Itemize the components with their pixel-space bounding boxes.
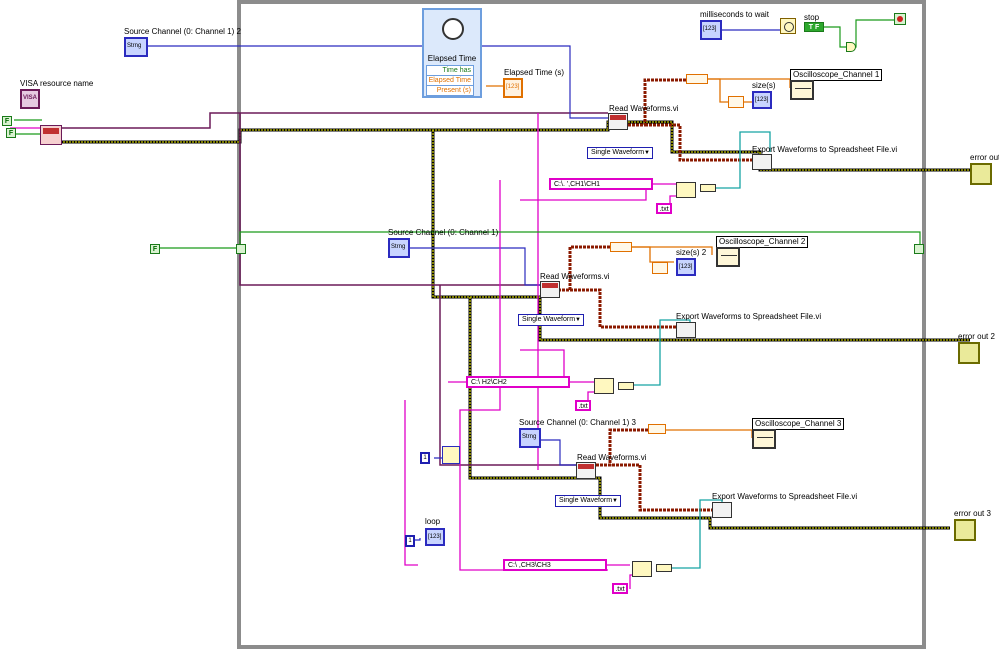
read-icon-3 xyxy=(578,464,594,469)
elapsed-time-express-vi[interactable]: Elapsed Time Time has Elapse Elapsed Tim… xyxy=(422,8,482,98)
enum-arrow-icon: ▼ xyxy=(644,150,650,156)
export-3-label: Export Waveforms to Spreadsheet File.vi xyxy=(712,492,858,501)
path-constant-2[interactable]: C:\ H2\CH2 xyxy=(466,376,570,388)
osc-1-graph xyxy=(790,80,814,100)
waveform-mode-1[interactable]: Single Waveform ▼ xyxy=(587,147,653,159)
export-1-label: Export Waveforms to Spreadsheet File.vi xyxy=(752,145,898,154)
elapsed-time-s-indicator: [123] xyxy=(503,78,523,98)
clock-icon xyxy=(784,22,794,32)
read-icon-2 xyxy=(542,283,558,288)
read-waveforms-1-vi[interactable] xyxy=(608,113,628,130)
stopwatch-icon xyxy=(442,18,464,40)
waveform-mode-2-text: Single Waveform xyxy=(522,316,576,323)
loop-indicator: [123] xyxy=(425,528,445,546)
dbl-tag-elapsed: [123] xyxy=(506,84,520,90)
array-size-2 xyxy=(652,262,668,274)
or-function xyxy=(846,42,856,52)
source-channel-3-label: Source Channel (0: Channel 1) 3 xyxy=(519,418,636,427)
export-2-label: Export Waveforms to Spreadsheet File.vi xyxy=(676,312,822,321)
to-dbl-1 xyxy=(686,74,708,84)
size-s-indicator: [123] xyxy=(752,91,772,109)
visa-tag: VISA xyxy=(23,95,38,101)
export-2-vi[interactable] xyxy=(676,322,696,338)
export-1-vi[interactable] xyxy=(752,154,772,170)
read-waveforms-2-vi[interactable] xyxy=(540,281,560,298)
build-path-2 xyxy=(594,378,614,394)
path-constant-1[interactable]: C:\. ',CH1\CH1 xyxy=(549,178,653,190)
shift-register-right xyxy=(914,244,924,254)
error-out-label: error out xyxy=(970,153,999,162)
loop-label: loop xyxy=(425,517,441,526)
error-out-3-indicator xyxy=(954,519,976,541)
source-channel-control[interactable]: Strng xyxy=(388,238,410,258)
ring-tag-2: Strng xyxy=(391,244,406,250)
i32-tag-ms: [123] xyxy=(703,26,717,32)
size-s-2-indicator: [123] xyxy=(676,258,696,276)
error-out-2-indicator xyxy=(958,342,980,364)
elapsed-time-title: Elapsed Time xyxy=(427,54,477,63)
ms-to-wait-control[interactable]: [123] xyxy=(700,20,722,40)
txt-constant-2[interactable]: .txt xyxy=(575,400,591,411)
strip-path-1 xyxy=(700,184,716,192)
enum-arrow-icon: ▼ xyxy=(575,317,581,323)
dbl-tag-size: [123] xyxy=(755,97,769,103)
error-out-2-label: error out 2 xyxy=(958,332,995,341)
error-out-indicator xyxy=(970,163,992,185)
visa-resource-label: VISA resource name xyxy=(20,79,94,88)
size-s-label: size(s) xyxy=(752,81,776,90)
wait-ms-function xyxy=(780,18,796,34)
ring-tag-3: Strng xyxy=(522,434,537,440)
build-path-1 xyxy=(676,182,696,198)
read-waveforms-3-vi[interactable] xyxy=(576,462,596,479)
to-dbl-2 xyxy=(610,242,632,252)
read-icon-1 xyxy=(610,115,626,120)
strip-path-3 xyxy=(656,564,672,572)
txt-constant-1[interactable]: .txt xyxy=(656,203,672,214)
stop-button[interactable]: T F xyxy=(804,22,824,32)
build-path-3 xyxy=(632,561,652,577)
osc-2-graph xyxy=(716,247,740,267)
elapsed-time-s-label: Elapsed Time (s) xyxy=(504,68,565,77)
stop-sign-icon xyxy=(897,16,903,22)
waveform-icon-3 xyxy=(757,437,773,444)
dbl-tag-loop: [123] xyxy=(428,534,442,540)
ms-to-wait-label: milliseconds to wait xyxy=(700,10,769,19)
quotient-remainder xyxy=(442,446,460,464)
bool-constant-3[interactable]: F xyxy=(150,244,160,254)
error-out-3-label: error out 3 xyxy=(954,509,991,518)
shift-register-left xyxy=(236,244,246,254)
source-channel-2-label: Source Channel (0: Channel 1) 2 xyxy=(124,27,241,36)
path-constant-3[interactable]: C:\ ,CH3\CH3 xyxy=(503,559,607,571)
source-channel-label: Source Channel (0: Channel 1) xyxy=(388,228,499,237)
enum-arrow-icon: ▼ xyxy=(612,498,618,504)
waveform-mode-2[interactable]: Single Waveform ▼ xyxy=(518,314,584,326)
init-icon xyxy=(43,128,59,134)
visa-init-vi xyxy=(40,125,62,145)
waveform-icon-2 xyxy=(721,255,737,262)
waveform-mode-1-text: Single Waveform xyxy=(591,149,645,156)
source-channel-3-control[interactable]: Strng xyxy=(519,428,541,448)
visa-resource-control[interactable]: VISA xyxy=(20,89,40,109)
waveform-mode-3[interactable]: Single Waveform ▼ xyxy=(555,495,621,507)
array-size-1 xyxy=(728,96,744,108)
waveform-mode-3-text: Single Waveform xyxy=(559,497,613,504)
to-dbl-3 xyxy=(648,424,666,434)
txt-constant-3[interactable]: .txt xyxy=(612,583,628,594)
strip-path-2 xyxy=(618,382,634,390)
numeric-constant-1b[interactable]: 1 xyxy=(405,535,415,547)
ring-tag-1: Strng xyxy=(127,43,142,49)
waveform-icon-1 xyxy=(795,88,811,95)
present-s-output: Present (s) xyxy=(426,85,474,96)
size-s-2-label: size(s) 2 xyxy=(676,248,707,257)
export-3-vi[interactable] xyxy=(712,502,732,518)
source-channel-2-control[interactable]: Strng xyxy=(124,37,148,57)
numeric-constant-1a[interactable]: 1 xyxy=(420,452,430,464)
wire-layer xyxy=(10,0,970,649)
dbl-tag-size2: [123] xyxy=(679,264,693,270)
bool-constant-2[interactable]: F xyxy=(6,128,16,138)
bool-constant-1[interactable]: F xyxy=(2,116,12,126)
loop-condition-terminal[interactable] xyxy=(894,13,906,25)
osc-3-graph xyxy=(752,429,776,449)
